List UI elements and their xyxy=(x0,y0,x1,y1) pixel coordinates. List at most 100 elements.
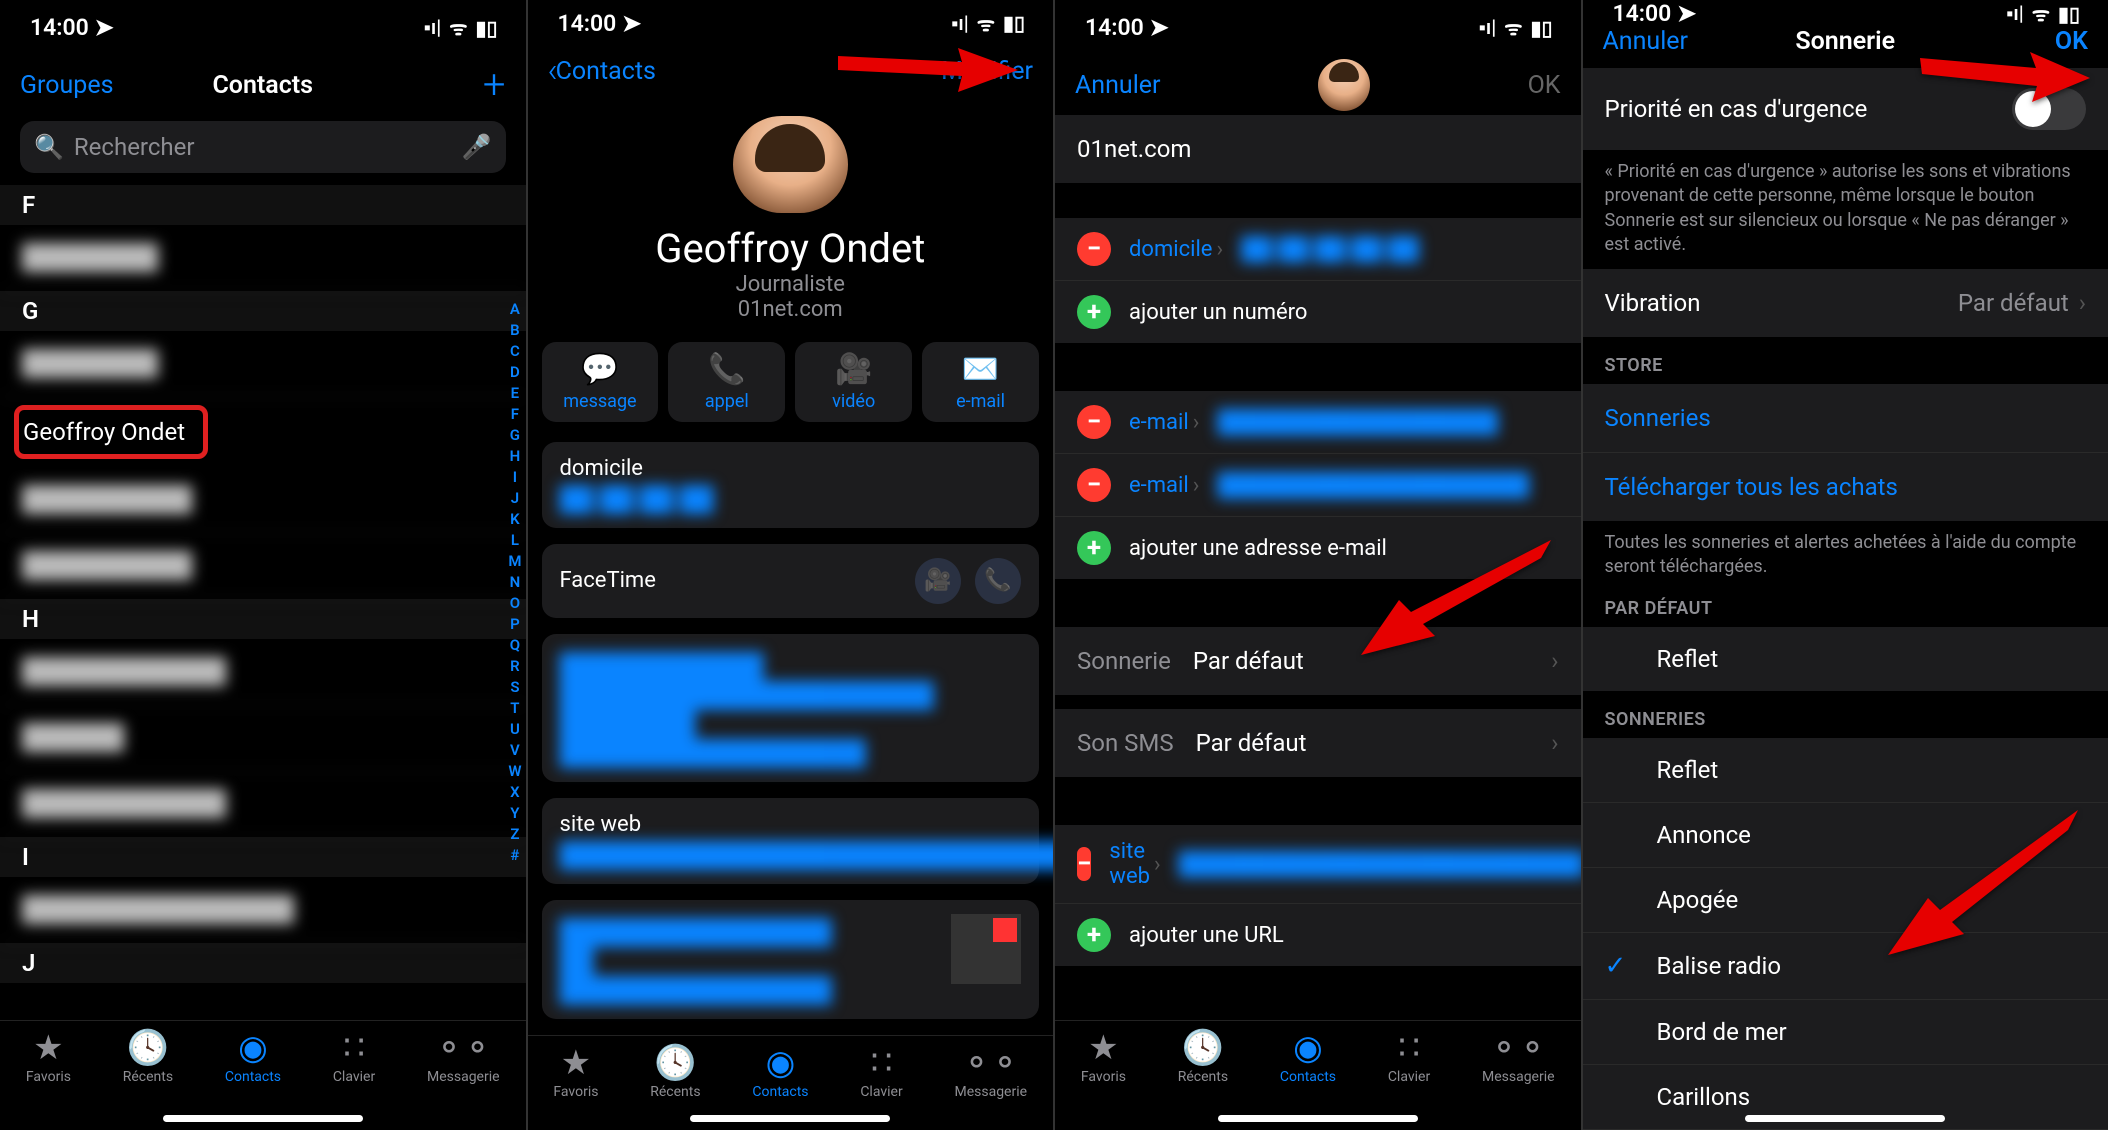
company-field[interactable]: 01net.com xyxy=(1055,115,1581,184)
cancel-button[interactable]: Annuler xyxy=(1075,71,1161,100)
alpha-letter[interactable]: O xyxy=(510,594,520,612)
delete-icon[interactable]: − xyxy=(1077,847,1091,881)
phone-card[interactable]: domicile ██ ██ ██ ██ xyxy=(542,442,1040,528)
phone-value[interactable]: ██ ██ ██ ██ ██ xyxy=(1241,236,1419,262)
avatar[interactable] xyxy=(1318,59,1370,111)
website-row[interactable]: − site web› ██████████████████████████ xyxy=(1055,825,1581,904)
alpha-letter[interactable]: K xyxy=(510,510,520,528)
contact-row[interactable]: ██████ xyxy=(0,705,526,771)
email-button[interactable]: ✉️e-mail xyxy=(922,342,1039,422)
tab-favorites[interactable]: ★Favoris xyxy=(553,1046,598,1122)
tab-favorites[interactable]: ★Favoris xyxy=(26,1031,71,1122)
tab-voicemail[interactable]: ⚬⚬Messagerie xyxy=(427,1031,500,1122)
label-website[interactable]: site web› xyxy=(1109,839,1160,889)
tab-contacts[interactable]: ◉Contacts xyxy=(225,1031,281,1122)
groups-button[interactable]: Groupes xyxy=(20,71,114,100)
home-indicator[interactable] xyxy=(1745,1115,1945,1122)
alpha-letter[interactable]: V xyxy=(510,741,520,759)
label-email[interactable]: e-mail› xyxy=(1129,473,1199,498)
facetime-audio-button[interactable]: 📞 xyxy=(975,558,1021,604)
cancel-button[interactable]: Annuler xyxy=(1603,27,1689,56)
alpha-letter[interactable]: S xyxy=(510,678,519,696)
alpha-letter[interactable]: Z xyxy=(510,825,519,843)
add-icon[interactable]: + xyxy=(1077,295,1111,329)
vibration-row[interactable]: Vibration Par défaut › xyxy=(1583,269,2108,337)
alpha-letter[interactable]: E xyxy=(511,384,519,402)
alpha-letter[interactable]: H xyxy=(510,447,521,465)
add-icon[interactable]: + xyxy=(1077,531,1111,565)
contact-row[interactable]: ████████ xyxy=(0,331,526,397)
tab-voicemail[interactable]: ⚬⚬Messagerie xyxy=(954,1046,1027,1122)
ringtone-row[interactable]: Sonnerie Par défaut › xyxy=(1055,627,1581,695)
blurred-card[interactable]: ████████████████████████████████████████… xyxy=(542,634,1040,782)
alpha-letter[interactable]: F xyxy=(511,405,519,423)
website-value[interactable]: ██████████████████████████ xyxy=(1179,851,1581,877)
website-card[interactable]: site web ███████████████████████████████… xyxy=(542,798,1040,884)
add-phone-row[interactable]: + ajouter un numéro xyxy=(1055,281,1581,343)
tab-recents[interactable]: 🕓Récents xyxy=(123,1031,173,1122)
alpha-letter[interactable]: C xyxy=(510,342,520,360)
tone-row[interactable]: Apogée xyxy=(1583,868,2108,933)
alpha-letter[interactable]: J xyxy=(511,489,519,507)
contact-row-highlighted[interactable]: Geoffroy Ondet xyxy=(0,397,526,467)
tone-row[interactable]: Reflet xyxy=(1583,627,2108,691)
contact-row[interactable]: ██████████ xyxy=(0,467,526,533)
email-row[interactable]: − e-mail› ████████████████████ xyxy=(1055,454,1581,517)
store-download-link[interactable]: Télécharger tous les achats xyxy=(1583,453,2108,521)
alpha-letter[interactable]: L xyxy=(511,531,519,549)
blurred-card[interactable]: ██████████████████████████████████ xyxy=(542,900,1040,1019)
label-email[interactable]: e-mail› xyxy=(1129,410,1199,435)
contact-row[interactable]: ████████████████ xyxy=(0,877,526,943)
email-row[interactable]: − e-mail› ██████████████████ xyxy=(1055,391,1581,454)
contact-row[interactable]: ████████████ xyxy=(0,639,526,705)
tab-keypad[interactable]: ∷Clavier xyxy=(1388,1031,1430,1122)
contact-row[interactable]: ████████ xyxy=(0,225,526,291)
add-email-row[interactable]: + ajouter une adresse e-mail xyxy=(1055,517,1581,579)
tone-row[interactable]: Reflet xyxy=(1583,738,2108,803)
tone-row[interactable]: ✓Balise radio xyxy=(1583,933,2108,1000)
email-value[interactable]: ████████████████████ xyxy=(1217,472,1529,498)
alpha-letter[interactable]: W xyxy=(508,762,521,780)
tone-row[interactable]: Annonce xyxy=(1583,803,2108,868)
tab-keypad[interactable]: ∷Clavier xyxy=(333,1031,375,1122)
delete-icon[interactable]: − xyxy=(1077,468,1111,502)
tab-keypad[interactable]: ∷Clavier xyxy=(860,1046,902,1122)
alpha-letter[interactable]: R xyxy=(510,657,520,675)
alpha-letter[interactable]: Y xyxy=(510,804,519,822)
delete-icon[interactable]: − xyxy=(1077,405,1111,439)
alpha-index[interactable]: ABCDEFGHIJKLMNOPQRSTUVWXYZ# xyxy=(508,300,521,864)
tab-contacts[interactable]: ◉Contacts xyxy=(1280,1031,1336,1122)
delete-icon[interactable]: − xyxy=(1077,232,1111,266)
emergency-toggle[interactable] xyxy=(2012,88,2086,130)
tab-voicemail[interactable]: ⚬⚬Messagerie xyxy=(1482,1031,1555,1122)
alpha-letter[interactable]: I xyxy=(513,468,517,486)
avatar[interactable] xyxy=(733,116,848,212)
alpha-letter[interactable]: P xyxy=(510,615,520,633)
alpha-letter[interactable]: A xyxy=(510,300,520,318)
search-input[interactable]: 🔍 Rechercher 🎤 xyxy=(20,121,506,173)
contact-row[interactable]: ██████████ xyxy=(0,533,526,599)
label-domicile[interactable]: domicile› xyxy=(1129,237,1223,262)
home-indicator[interactable] xyxy=(690,1115,890,1122)
alpha-letter[interactable]: G xyxy=(510,426,520,444)
tab-favorites[interactable]: ★Favoris xyxy=(1081,1031,1126,1122)
store-ringtones-link[interactable]: Sonneries xyxy=(1583,384,2108,453)
sms-tone-row[interactable]: Son SMS Par défaut › xyxy=(1055,709,1581,777)
back-button[interactable]: ‹Contacts xyxy=(548,51,656,91)
home-indicator[interactable] xyxy=(1218,1115,1418,1122)
ok-button[interactable]: OK xyxy=(1528,71,1561,100)
alpha-letter[interactable]: N xyxy=(510,573,521,591)
tab-recents[interactable]: 🕓Récents xyxy=(650,1046,700,1122)
modify-button[interactable]: Modifier xyxy=(941,57,1033,86)
add-icon[interactable]: + xyxy=(1077,918,1111,952)
contact-row[interactable]: ████████████ xyxy=(0,771,526,837)
alpha-letter[interactable]: # xyxy=(510,846,519,864)
ok-button[interactable]: OK xyxy=(2055,27,2088,56)
alpha-letter[interactable]: D xyxy=(510,363,520,381)
add-contact-button[interactable]: + xyxy=(483,65,506,105)
alpha-letter[interactable]: M xyxy=(508,552,521,570)
call-button[interactable]: 📞appel xyxy=(668,342,785,422)
email-value[interactable]: ██████████████████ xyxy=(1217,409,1498,435)
tone-row[interactable]: Bord de mer xyxy=(1583,1000,2108,1065)
alpha-letter[interactable]: B xyxy=(510,321,520,339)
